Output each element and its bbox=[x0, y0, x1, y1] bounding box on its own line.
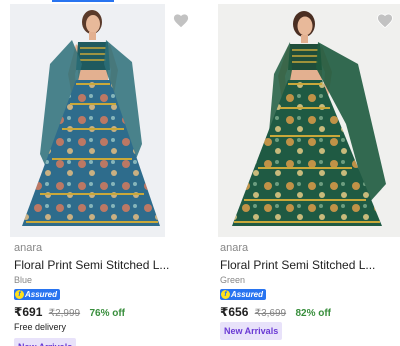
price-row: ₹656 ₹3,699 82% off bbox=[220, 305, 331, 319]
product-card[interactable]: anara Floral Print Semi Stitched L... Bl… bbox=[10, 0, 200, 346]
product-image[interactable] bbox=[10, 4, 165, 237]
product-image[interactable] bbox=[218, 4, 400, 237]
product-mrp: ₹3,699 bbox=[254, 308, 287, 319]
assured-badge: f Assured bbox=[14, 289, 61, 300]
delivery-info: Free delivery bbox=[14, 322, 67, 332]
heart-icon[interactable] bbox=[376, 12, 394, 30]
product-price: ₹691 bbox=[14, 305, 43, 319]
assured-mark-icon: f bbox=[221, 290, 230, 299]
product-price: ₹656 bbox=[220, 305, 249, 319]
product-brand: anara bbox=[220, 242, 249, 254]
new-arrivals-badge: New Arrivals bbox=[220, 322, 283, 340]
assured-badge: f Assured bbox=[220, 289, 267, 300]
product-title[interactable]: Floral Print Semi Stitched L... bbox=[220, 258, 375, 272]
assured-mark-icon: f bbox=[15, 290, 24, 299]
product-mrp: ₹2,999 bbox=[48, 308, 81, 319]
heart-icon[interactable] bbox=[172, 12, 190, 30]
product-variant: Green bbox=[220, 275, 246, 285]
price-row: ₹691 ₹2,999 76% off bbox=[14, 305, 125, 319]
product-brand: anara bbox=[14, 242, 43, 254]
product-discount: 82% off bbox=[295, 308, 332, 319]
assured-label: Assured bbox=[25, 290, 58, 299]
product-discount: 76% off bbox=[89, 308, 126, 319]
lehenga-teal-photo bbox=[10, 4, 165, 237]
lehenga-green-photo bbox=[218, 4, 400, 237]
new-arrivals-badge: New Arrivals bbox=[14, 338, 77, 346]
product-title[interactable]: Floral Print Semi Stitched L... bbox=[14, 258, 169, 272]
product-card[interactable]: anara Floral Print Semi Stitched L... Gr… bbox=[216, 0, 400, 346]
assured-label: Assured bbox=[231, 290, 264, 299]
product-grid: anara Floral Print Semi Stitched L... Bl… bbox=[0, 0, 400, 346]
product-variant: Blue bbox=[14, 275, 33, 285]
